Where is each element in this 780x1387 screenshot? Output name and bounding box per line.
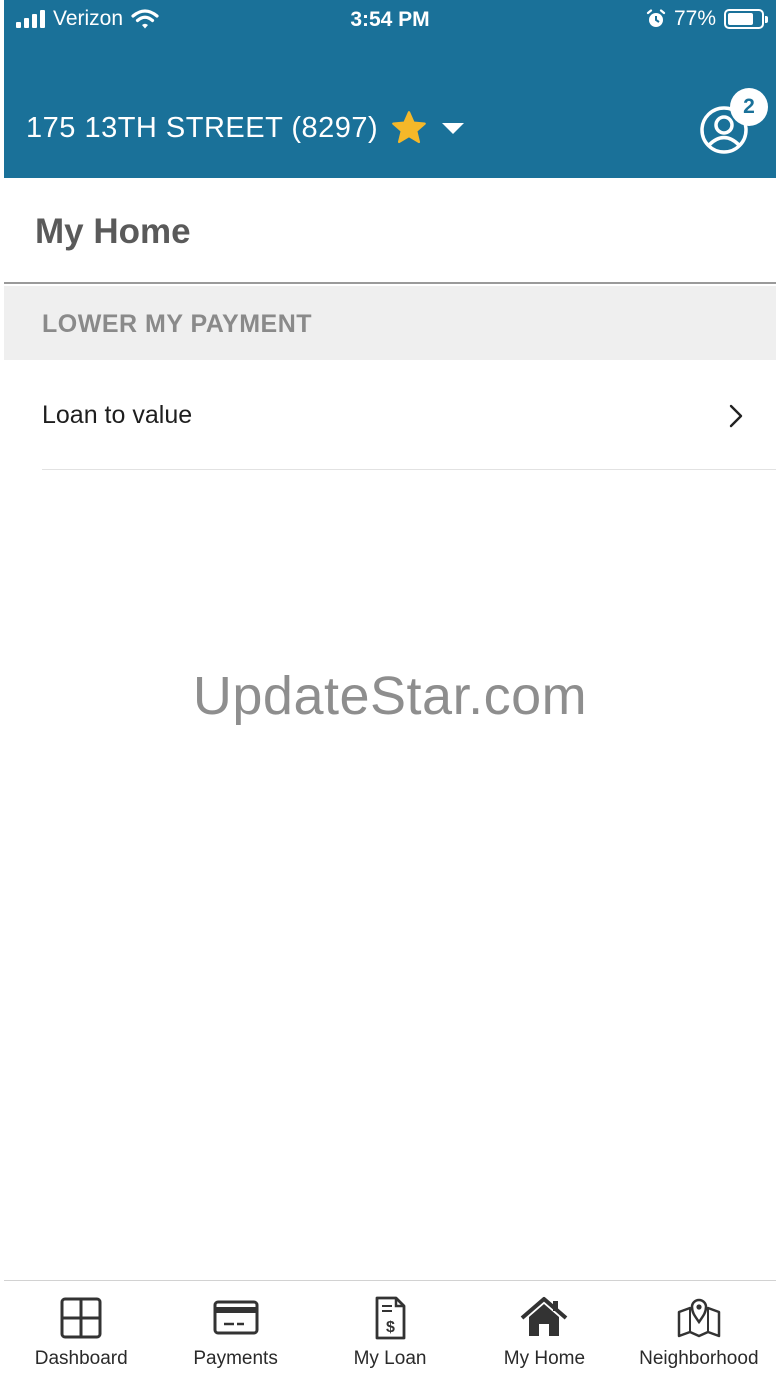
property-selector[interactable]: 175 13TH STREET (8297) bbox=[26, 110, 465, 146]
tab-my-home[interactable]: My Home bbox=[467, 1281, 621, 1374]
section-label: LOWER MY PAYMENT bbox=[42, 310, 313, 338]
document-dollar-icon: $ bbox=[375, 1296, 406, 1340]
page-title: My Home bbox=[35, 212, 191, 251]
battery-icon bbox=[724, 9, 768, 29]
svg-text:$: $ bbox=[386, 1319, 395, 1336]
status-bar: Verizon 3:54 PM 77% bbox=[4, 0, 776, 40]
tab-label: Dashboard bbox=[34, 1348, 128, 1369]
notification-badge: 2 bbox=[730, 88, 768, 126]
star-icon[interactable] bbox=[390, 110, 428, 146]
alarm-icon bbox=[646, 9, 666, 27]
credit-card-icon bbox=[213, 1300, 259, 1335]
bottom-tab-bar: Dashboard Payments $ My Loan My Home Nei… bbox=[4, 1280, 776, 1374]
tab-my-loan[interactable]: $ My Loan bbox=[313, 1281, 467, 1374]
tab-label: Payments bbox=[193, 1348, 278, 1369]
tab-dashboard[interactable]: Dashboard bbox=[4, 1281, 158, 1374]
tab-label: Neighborhood bbox=[639, 1348, 759, 1369]
caret-down-icon[interactable] bbox=[442, 122, 465, 134]
app-header: Verizon 3:54 PM 77% 175 13TH STREET (829… bbox=[4, 0, 776, 178]
list-item-label: Loan to value bbox=[42, 401, 193, 429]
title-bar: My Home bbox=[4, 178, 776, 284]
tab-neighborhood[interactable]: Neighborhood bbox=[622, 1281, 776, 1374]
grid-icon bbox=[60, 1297, 102, 1339]
tab-label: My Loan bbox=[353, 1348, 427, 1369]
tab-label: My Home bbox=[503, 1348, 586, 1369]
property-address: 175 13TH STREET (8297) bbox=[26, 111, 379, 144]
app-screen: Verizon 3:54 PM 77% 175 13TH STREET (829… bbox=[4, 0, 776, 1374]
map-pin-icon bbox=[677, 1298, 721, 1338]
list-item-loan-to-value[interactable]: Loan to value bbox=[4, 360, 776, 470]
battery-percent: 77% bbox=[673, 7, 716, 30]
section-header: LOWER MY PAYMENT bbox=[4, 286, 776, 360]
status-right: 77% bbox=[646, 7, 768, 31]
list-divider bbox=[42, 469, 776, 470]
tab-payments[interactable]: Payments bbox=[158, 1281, 312, 1374]
watermark: UpdateStar.com bbox=[192, 666, 588, 726]
home-icon bbox=[521, 1297, 568, 1336]
chevron-right-icon bbox=[729, 404, 743, 428]
